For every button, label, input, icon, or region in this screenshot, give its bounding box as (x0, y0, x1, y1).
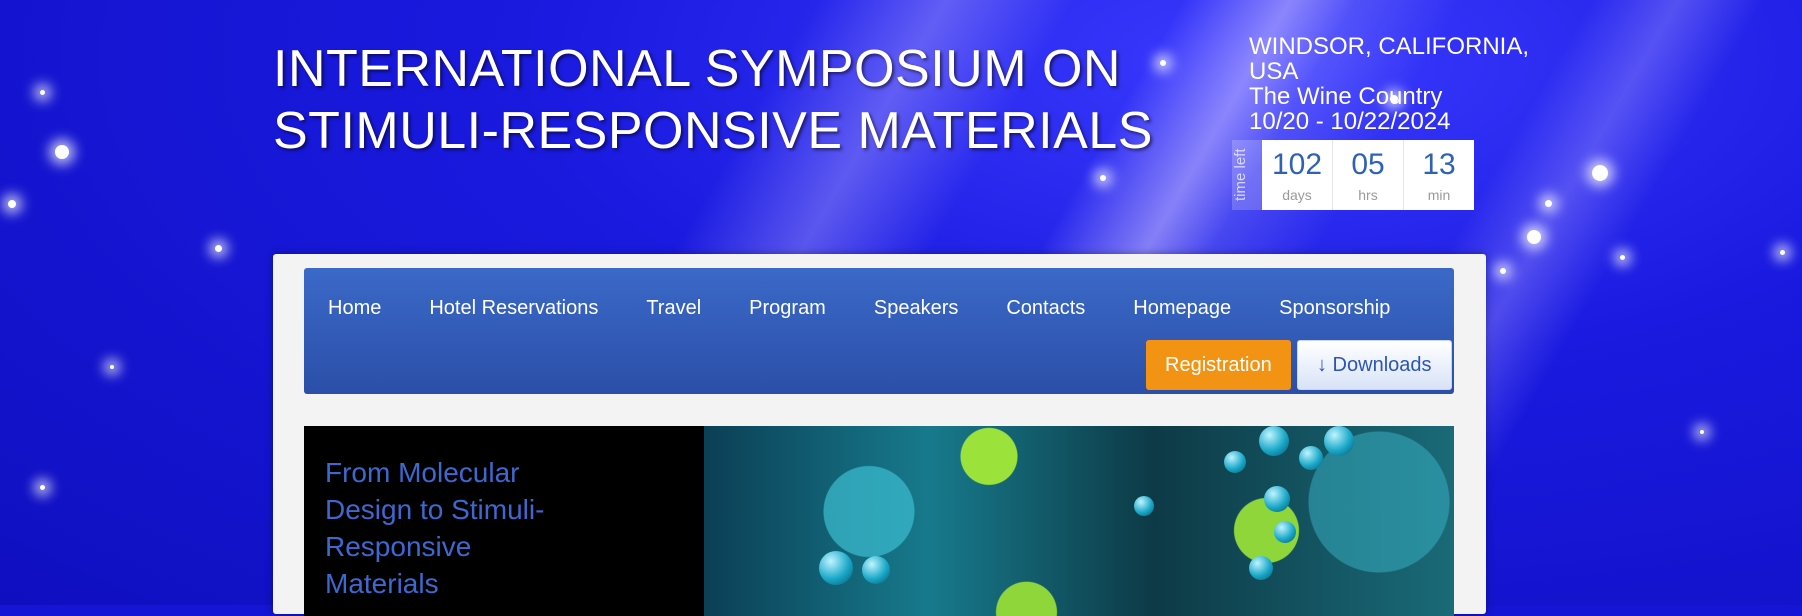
nav-item-speakers[interactable]: Speakers (850, 297, 983, 320)
event-title-line-2: STIMULI-RESPONSIVE MATERIALS (273, 102, 1153, 160)
minutes-label: min (1427, 187, 1451, 203)
location-line-1: WINDSOR, CALIFORNIA, (1249, 33, 1530, 60)
countdown-minutes: 13 min (1404, 140, 1474, 210)
nav-item-hotel-reservations[interactable]: Hotel Reservations (405, 297, 622, 320)
nav-item-home[interactable]: Home (304, 297, 405, 320)
downloads-button[interactable]: ↓ Downloads (1297, 340, 1452, 390)
days-value: 102 (1271, 148, 1323, 181)
countdown-label: time left (1232, 140, 1262, 210)
countdown-timer: time left 102 days 05 hrs 13 min (1232, 140, 1474, 210)
nav-item-sponsorship[interactable]: Sponsorship (1255, 297, 1414, 320)
countdown-days: 102 days (1262, 140, 1333, 210)
hero-tagline: From Molecular Design to Stimuli-Respons… (325, 457, 545, 599)
minutes-value: 13 (1422, 148, 1456, 181)
event-dates: 10/20 - 10/22/2024 (1249, 108, 1451, 135)
region: The Wine Country (1249, 83, 1443, 110)
event-location: WINDSOR, CALIFORNIA, USA The Wine Countr… (1249, 34, 1569, 134)
countdown-hours: 05 hrs (1333, 140, 1404, 210)
hours-label: hrs (1358, 187, 1378, 203)
registration-button[interactable]: Registration (1146, 340, 1291, 390)
event-title: INTERNATIONAL SYMPOSIUM ON STIMULI-RESPO… (273, 38, 1153, 162)
hero-banner: From Molecular Design to Stimuli-Respons… (304, 426, 1454, 616)
location-line-2: USA (1249, 58, 1299, 85)
hours-value: 05 (1351, 148, 1385, 181)
nav-item-program[interactable]: Program (725, 297, 850, 320)
nav-item-contacts[interactable]: Contacts (982, 297, 1109, 320)
nav-item-travel[interactable]: Travel (622, 297, 725, 320)
days-label: days (1282, 187, 1312, 203)
main-nav: Home Hotel Reservations Travel Program S… (304, 268, 1454, 394)
molecule-image (704, 426, 1454, 616)
event-title-line-1: INTERNATIONAL SYMPOSIUM ON (273, 40, 1121, 98)
nav-item-homepage[interactable]: Homepage (1109, 297, 1255, 320)
